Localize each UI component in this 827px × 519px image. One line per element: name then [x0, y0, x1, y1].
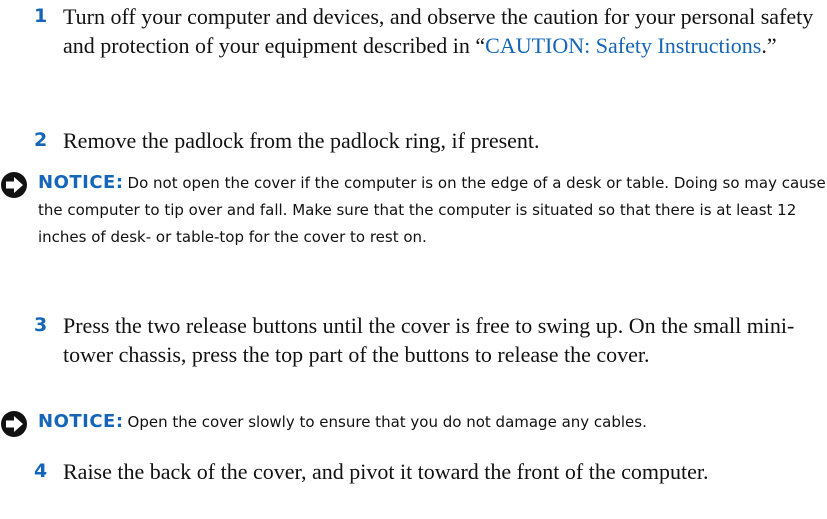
arrow-right-circle-icon	[0, 410, 28, 438]
safety-instructions-link[interactable]: CAUTION: Safety Instructions	[485, 33, 761, 58]
notice-body: NOTICE: Do not open the cover if the comp…	[38, 169, 827, 251]
step-text: Press the two release buttons until the …	[63, 313, 795, 367]
step-number: 3	[34, 314, 48, 336]
notice-text: Do not open the cover if the computer is…	[38, 174, 826, 246]
step-number: 2	[34, 129, 48, 151]
step-number: 1	[34, 5, 48, 27]
arrow-right-circle-icon	[0, 171, 28, 199]
notice-label: NOTICE:	[38, 172, 124, 193]
step-text: Turn off your computer and devices, and …	[63, 2, 823, 60]
step-number: 4	[34, 460, 48, 482]
notice-label: NOTICE:	[38, 411, 124, 432]
step-text-after: .”	[761, 33, 777, 58]
notice-text: Open the cover slowly to ensure that you…	[127, 413, 647, 431]
step-text: Raise the back of the cover, and pivot i…	[63, 459, 709, 484]
notice-body: NOTICE: Open the cover slowly to ensure t…	[38, 408, 827, 436]
step-text: Remove the padlock from the padlock ring…	[63, 128, 540, 153]
